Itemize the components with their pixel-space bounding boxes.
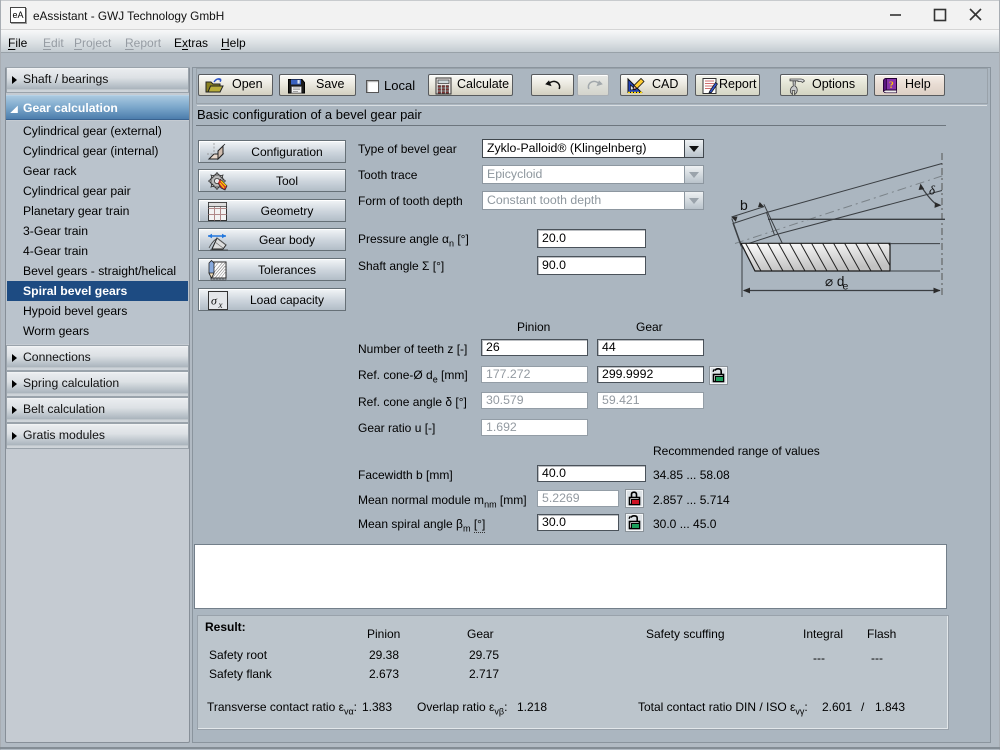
svg-text:⌀ d: ⌀ d (825, 274, 844, 289)
svg-text:?: ? (889, 81, 894, 91)
svg-text:b: b (740, 197, 748, 213)
svg-text:e: e (843, 281, 849, 293)
svg-text:x: x (218, 300, 223, 310)
svg-text:δ: δ (929, 183, 936, 198)
